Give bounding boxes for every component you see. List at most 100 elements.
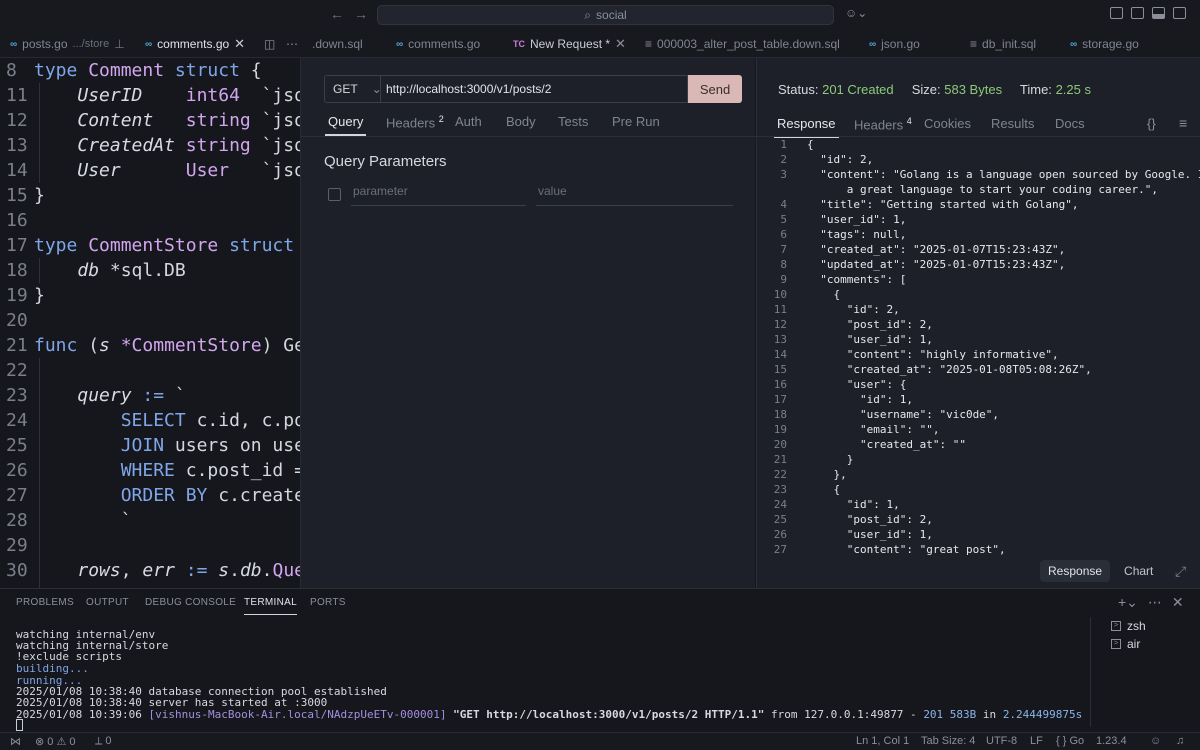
forward-arrow-icon[interactable]: → [354,6,368,22]
menu-icon[interactable]: ≡ [1179,115,1187,131]
tab-body[interactable]: Body [506,114,536,129]
tab-down-sql[interactable]: .down.sql [312,30,363,58]
size-label: Size: [911,82,941,97]
code-token: . [229,560,240,581]
json-line-number: 26 [773,528,787,541]
send-button[interactable]: Send [688,75,742,103]
http-method-select[interactable]: GET ⌄ [324,75,382,103]
customize-layout-icon[interactable] [1110,7,1123,19]
code-line: 20 [0,308,300,333]
layout-controls [1110,7,1186,19]
more-actions-icon[interactable]: ⋯ [1148,594,1162,611]
more-actions-icon[interactable]: ⋯ [286,30,298,58]
terminal-item-air[interactable]: > air [1111,637,1140,651]
terminal-cursor[interactable] [16,719,23,731]
json-text: "post_id": 2, [807,513,933,526]
json-text: } [807,453,854,466]
tab-terminal[interactable]: TERMINAL [244,597,297,615]
tab-docs[interactable]: Docs [1055,116,1085,131]
tab-posts-go[interactable]: ∞ posts.go .../store ⊥ [10,30,125,58]
line-ending[interactable]: LF [1030,735,1043,747]
tab-tests[interactable]: Tests [558,114,588,129]
view-switch: Response Chart [1040,560,1167,582]
json-text: "id": 2, [807,153,874,166]
encoding[interactable]: UTF-8 [986,735,1017,747]
language-mode[interactable]: { } Go [1056,735,1084,747]
problems-indicator[interactable]: ⊗ 0 ⚠ 0 [35,735,76,748]
tab-debug-console[interactable]: DEBUG CONSOLE [145,597,236,608]
title-bar: ← → ⌕ social ☺⌄ [0,0,1200,30]
code-token: User [77,160,186,181]
tab-query[interactable]: Query [324,114,367,136]
response-view-button[interactable]: Response [1040,560,1111,582]
new-terminal-icon[interactable]: +⌄ [1118,594,1138,611]
tab-alter-post-table-sql[interactable]: ≡ 000003_alter_post_table.down.sql [645,30,840,58]
tab-comments-go-active[interactable]: ∞ comments.go ✕ [145,30,246,59]
code-token: db [77,260,110,281]
headers-count-badge: 2 [438,114,444,124]
ports-count: 0 [105,735,112,747]
remote-icon[interactable]: ⋈ [10,735,21,748]
copilot-icon[interactable]: ☺ [1150,735,1161,747]
tab-cookies[interactable]: Cookies [924,116,971,131]
command-center-search[interactable]: ⌕ social [377,5,834,25]
toggle-secondary-sidebar-icon[interactable] [1173,7,1186,19]
close-icon[interactable]: ✕ [234,36,245,52]
code-line: 29 [0,533,300,558]
tab-db-init-sql[interactable]: ≡ db_init.sql [970,30,1036,58]
chart-view-button[interactable]: Chart [1110,560,1167,582]
tab-new-request[interactable]: TC New Request * ✕ [513,30,626,58]
notifications-icon[interactable]: ♫ [1176,735,1184,747]
json-text: "user": { [807,378,907,391]
tab-comments-go-2[interactable]: ∞ comments.go [396,30,480,58]
tab-auth[interactable]: Auth [455,114,482,129]
expand-icon[interactable]: ⤢ [1175,563,1186,580]
value-input[interactable]: value [536,184,733,206]
line-number: 25 [6,435,28,456]
thunder-client-icon: TC [513,39,525,49]
tab-output[interactable]: OUTPUT [86,597,129,608]
code-token: `json [261,85,300,106]
tab-problems[interactable]: PROBLEMS [16,597,74,608]
tab-size[interactable]: Tab Size: 4 [921,735,975,747]
tab-storage-go[interactable]: ∞ storage.go [1070,30,1139,58]
terminal-log-line: 2025/01/08 10:39:06 [vishnus-MacBook-Air… [16,709,1082,721]
code-token: . [261,560,273,581]
url-input[interactable]: http://localhost:3000/v1/posts/2 [380,75,688,103]
tab-label: db_init.sql [982,37,1037,51]
copilot-icon[interactable]: ☺⌄ [845,6,867,20]
format-braces-icon[interactable]: {} [1147,116,1156,131]
toggle-primary-sidebar-icon[interactable] [1131,7,1144,19]
tab-pre-run[interactable]: Pre Run [612,114,660,129]
log-duration: 2.244499875s [1002,708,1083,721]
tab-results[interactable]: Results [991,116,1034,131]
json-line: 14 "content": "highly informative", [757,347,1200,362]
ports-indicator[interactable]: ⟂ 0 [95,735,112,748]
tab-ports[interactable]: PORTS [310,597,346,608]
tab-path: .../store [72,38,110,50]
split-editor-icon[interactable]: ◫ [264,30,275,58]
tab-label: New Request * [530,37,611,51]
response-json-viewer[interactable]: 1{2 "id": 2, 3 "content": "Golang is a la… [757,137,1200,557]
tab-headers[interactable]: Headers 2 [386,114,444,130]
terminal-item-zsh[interactable]: > zsh [1111,619,1146,633]
pin-icon[interactable]: ⊥ [114,37,124,51]
parameter-input[interactable]: parameter [351,184,526,206]
toggle-panel-icon[interactable] [1152,7,1165,19]
json-text: "user_id": 1, [807,528,933,541]
cursor-position[interactable]: Ln 1, Col 1 [856,735,909,747]
param-checkbox[interactable] [328,188,341,201]
terminal-list: > zsh > air [1090,617,1200,727]
close-icon[interactable]: ✕ [1172,594,1184,611]
code-token: := [142,385,175,406]
close-icon[interactable]: ✕ [615,36,626,52]
tab-response-headers[interactable]: Headers 4 [854,116,912,132]
json-line: 5 "user_id": 1, [757,212,1200,227]
go-version[interactable]: 1.23.4 [1096,735,1127,747]
tab-json-go[interactable]: ∞ json.go [869,30,920,58]
code-editor[interactable]: 8 type Comment struct {11 UserID int64 `j… [0,58,300,588]
tab-response[interactable]: Response [774,116,839,138]
back-arrow-icon[interactable]: ← [330,6,344,22]
json-line: 8 "updated_at": "2025-01-07T15:23:43Z", [757,257,1200,272]
